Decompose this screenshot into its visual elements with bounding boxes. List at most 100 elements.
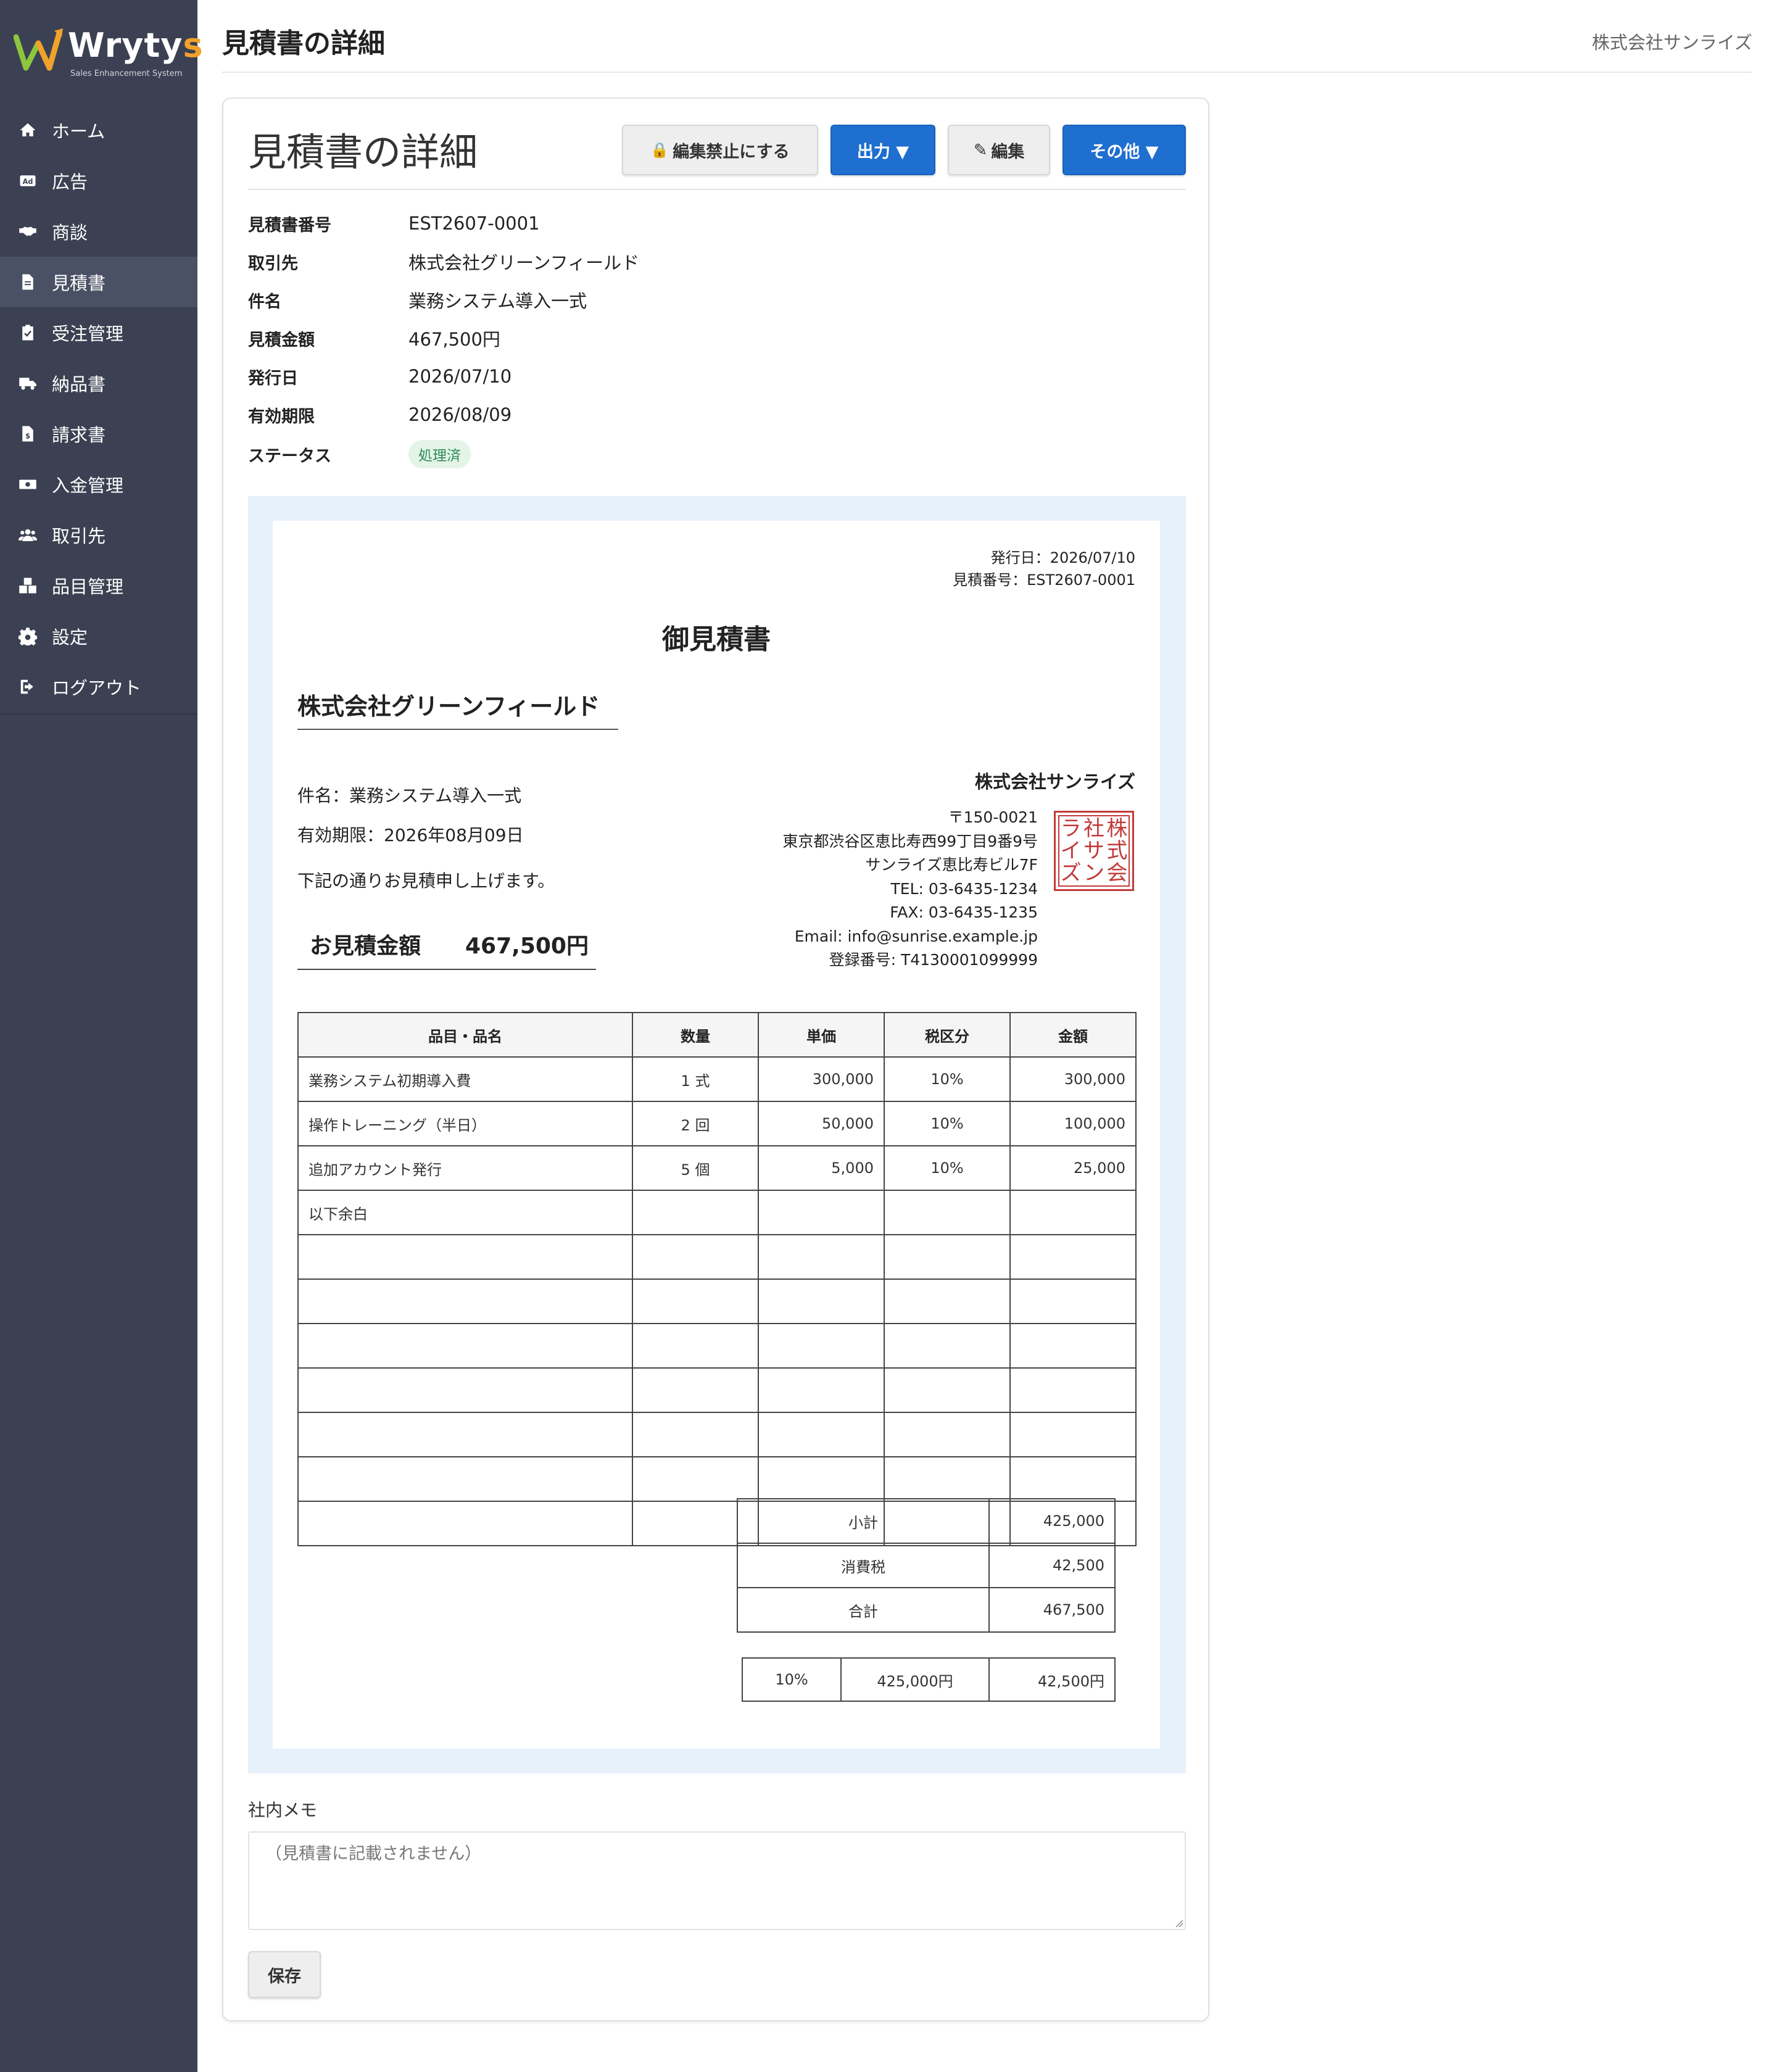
sidebar-item-invoices[interactable]: $ 請求書 (0, 408, 197, 459)
info-row-client: 取引先 株式会社グリーンフィールド (248, 249, 1174, 274)
doc-issuer-address: 〒150-0021 東京都渋谷区恵比寿西99丁目9番9号 サンライズ恵比寿ビル7… (782, 806, 1038, 972)
info-label: 件名 (248, 292, 281, 312)
tax-amount: 42,500円 (988, 1657, 1116, 1702)
cell-unit-price: 5,000 (758, 1145, 885, 1191)
gear-icon (17, 626, 38, 647)
col-header-tax-class: 税区分 (884, 1012, 1011, 1058)
col-header-qty: 数量 (632, 1012, 759, 1058)
doc-issuer-name: 株式会社サンライズ (974, 771, 1135, 792)
col-header-item: 品目・品名 (297, 1012, 633, 1058)
sidebar-item-label: 納品書 (52, 374, 106, 395)
items-table: 品目・品名 数量 単価 税区分 金額 業務システム初期導入費 1 式 300,0… (297, 1012, 1137, 1546)
info-label: 見積金額 (248, 330, 315, 350)
sidebar-item-deals[interactable]: 商談 (0, 206, 197, 257)
more-dropdown-button[interactable]: その他 ▼ (1062, 125, 1186, 175)
lock-edit-button[interactable]: 🔒 編集禁止にする (622, 125, 818, 175)
doc-estimate-number: 見積番号：EST2607-0001 (953, 571, 1135, 589)
ad-icon: Ad (17, 170, 38, 191)
info-value: 処理済 (408, 440, 471, 468)
doc-total-value: 467,500円 (465, 934, 589, 959)
summary-row-subtotal: 小計 425,000 (737, 1498, 1116, 1544)
pencil-icon: ✎ (973, 140, 988, 160)
doc-issue-date: 発行日：2026/07/10 (990, 549, 1135, 566)
table-row: 操作トレーニング（半日） 2 回 50,000 10% 100,000 (297, 1101, 1137, 1146)
resize-grip-icon[interactable] (1175, 1919, 1183, 1928)
estimate-document: 発行日：2026/07/10 見積番号：EST2607-0001 御見積書 株式… (273, 521, 1160, 1749)
lock-edit-button-label: 編集禁止にする (673, 142, 790, 162)
sidebar-item-clients[interactable]: 取引先 (0, 510, 197, 560)
tax-base-amount: 425,000円 (840, 1657, 990, 1702)
summary-label: 合計 (737, 1587, 990, 1633)
cell-item: 以下余白 (297, 1190, 633, 1235)
col-header-amount: 金額 (1009, 1012, 1137, 1058)
tax-breakdown-table: 10% 425,000円 42,500円 (742, 1657, 1116, 1702)
cell-tax (884, 1190, 1011, 1235)
cell-tax: 10% (884, 1056, 1011, 1102)
issuer-registration-number: 登録番号: T4130001099999 (829, 951, 1038, 969)
sidebar-item-logout[interactable]: ログアウト (0, 661, 197, 712)
cell-qty: 5 個 (632, 1145, 759, 1191)
lock-icon: 🔒 (650, 141, 669, 159)
logo-mark-icon (14, 28, 63, 71)
invoice-icon: $ (17, 423, 38, 444)
handshake-icon (17, 221, 38, 242)
info-label: 取引先 (248, 254, 298, 273)
sidebar-item-ads[interactable]: Ad 広告 (0, 155, 197, 206)
doc-total-label: お見積金額 (310, 934, 421, 959)
items-table-header: 品目・品名 数量 単価 税区分 金額 (297, 1012, 1137, 1058)
info-value: 株式会社グリーンフィールド (408, 252, 640, 273)
table-row: 以下余白 (297, 1190, 1137, 1235)
info-row-valid-until: 有効期限 2026/08/09 (248, 402, 1174, 427)
users-icon (17, 524, 38, 545)
app-logo[interactable]: Wrytys Sales Enhancement System (14, 23, 203, 83)
boxes-icon (17, 575, 38, 596)
empty-row (297, 1278, 1137, 1324)
sidebar-item-products[interactable]: 品目管理 (0, 560, 197, 611)
cell-item: 操作トレーニング（半日） (297, 1101, 633, 1146)
cell-tax: 10% (884, 1145, 1011, 1191)
cell-unit-price (758, 1190, 885, 1235)
info-row-amount: 見積金額 467,500円 (248, 326, 1174, 350)
sidebar-item-label: 品目管理 (52, 576, 124, 597)
sidebar-item-home[interactable]: ホーム (0, 105, 197, 155)
cell-unit-price: 50,000 (758, 1101, 885, 1146)
doc-greeting: 下記の通りお見積申し上げます。 (297, 871, 555, 891)
sidebar-item-payments[interactable]: 入金管理 (0, 459, 197, 510)
logo-subtitle: Sales Enhancement System (70, 69, 183, 78)
cell-item: 業務システム初期導入費 (297, 1056, 633, 1102)
doc-client-name: 株式会社グリーンフィールド (297, 687, 618, 730)
company-name: 株式会社サンライズ (1591, 32, 1752, 53)
internal-memo-textarea[interactable] (248, 1831, 1186, 1930)
issuer-postal: 〒150-0021 (948, 808, 1038, 826)
sidebar-item-label: 広告 (52, 172, 88, 193)
sidebar-item-orders[interactable]: 受注管理 (0, 307, 197, 358)
info-value: 2026/08/09 (408, 404, 512, 425)
sidebar-item-settings[interactable]: 設定 (0, 611, 197, 661)
cell-qty (632, 1190, 759, 1235)
summary-table: 小計 425,000 消費税 42,500 合計 467,500 (737, 1498, 1116, 1633)
doc-valid-until: 有効期限：2026年08月09日 (297, 825, 524, 845)
more-button-label: その他 ▼ (1090, 142, 1159, 162)
sidebar-item-estimates[interactable]: 見積書 (0, 257, 197, 307)
summary-row-tax: 消費税 42,500 (737, 1543, 1116, 1588)
doc-total-amount: お見積金額 467,500円 (297, 928, 596, 970)
status-badge: 処理済 (408, 440, 471, 468)
empty-row (297, 1234, 1137, 1280)
sidebar-item-label: ホーム (52, 121, 106, 142)
summary-row-total: 合計 467,500 (737, 1587, 1116, 1633)
save-button[interactable]: 保存 (248, 1951, 321, 1998)
export-dropdown-button[interactable]: 出力 ▼ (831, 125, 935, 175)
cell-item: 追加アカウント発行 (297, 1145, 633, 1191)
table-row: 業務システム初期導入費 1 式 300,000 10% 300,000 (297, 1056, 1137, 1102)
sidebar-item-delivery[interactable]: 納品書 (0, 358, 197, 408)
sidebar-item-label: 請求書 (52, 425, 106, 445)
info-value: 業務システム導入一式 (408, 291, 587, 312)
edit-button[interactable]: ✎ 編集 (948, 125, 1050, 175)
info-value: EST2607-0001 (408, 213, 540, 234)
summary-value: 42,500 (988, 1543, 1116, 1588)
info-label: ステータス (248, 446, 331, 466)
cell-qty: 1 式 (632, 1056, 759, 1102)
info-label: 有効期限 (248, 407, 315, 426)
empty-row (297, 1323, 1137, 1369)
sidebar-nav: ホーム Ad 広告 商談 見積書 受注管理 納品書 $ 請求書 入金管理 取引先… (0, 105, 197, 712)
